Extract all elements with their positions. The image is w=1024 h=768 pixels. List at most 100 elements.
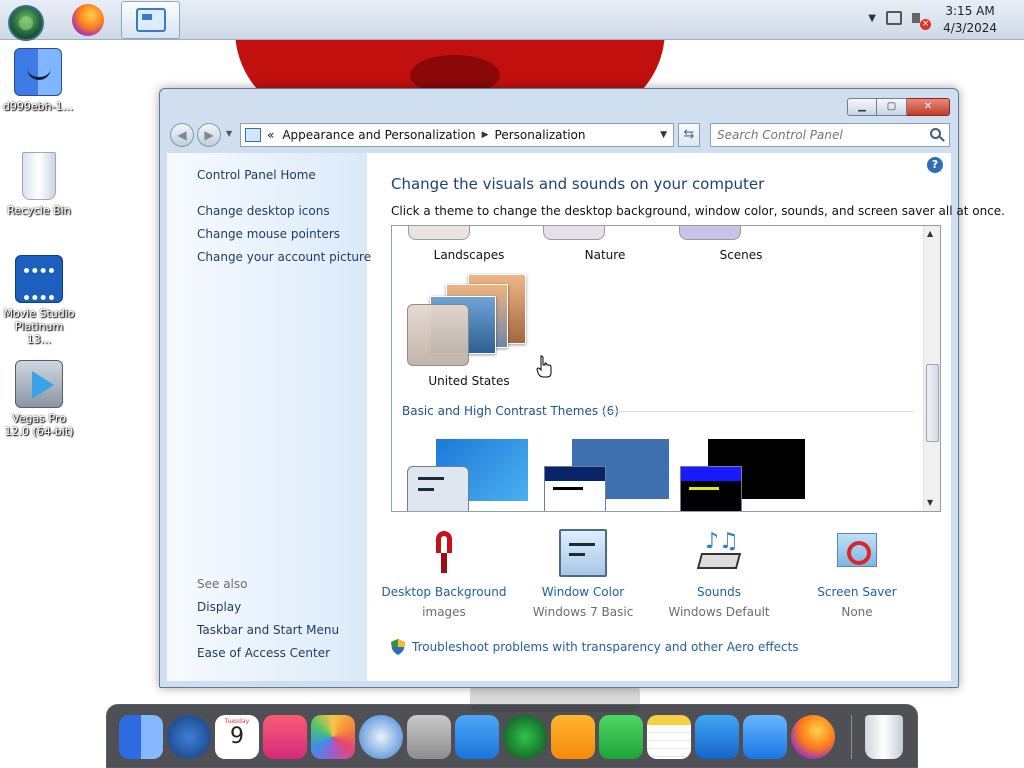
photos-icon[interactable] (311, 715, 355, 759)
system-tray: ▼ (868, 10, 931, 30)
help-icon[interactable]: ? (927, 157, 943, 173)
recent-pages-chevron-icon[interactable]: ▼ (226, 129, 232, 138)
taskbar: ▼ 3:15 AM 4/3/2024 (0, 0, 1024, 41)
sounds-tile[interactable]: ♪♫ Sounds Windows Default (654, 529, 784, 620)
calendar-day: 9 (230, 724, 244, 749)
sounds-icon: ♪♫ (695, 529, 743, 577)
theme-label-united-states[interactable]: United States (409, 374, 529, 388)
theme-list-scrollbar[interactable]: ▲ ▼ (923, 226, 940, 511)
window-color-tile[interactable]: Window Color Windows 7 Basic (518, 529, 648, 619)
theme-label-scenes[interactable]: Scenes (681, 248, 801, 262)
safari-icon[interactable] (359, 715, 403, 759)
back-button[interactable]: ◀ (170, 123, 194, 147)
control-panel-home-link[interactable]: Control Panel Home (197, 168, 316, 182)
change-account-picture-link[interactable]: Change your account picture (197, 250, 371, 264)
desktop-icon-label: Movie Studio Platinum 13... (3, 307, 75, 346)
theme-thumbnail-scenes[interactable] (679, 226, 741, 240)
scroll-up-icon[interactable]: ▲ (927, 229, 933, 238)
desktop-icon-label: d999ebh-1... (2, 100, 74, 113)
address-root-chevron[interactable]: « (267, 128, 274, 142)
numbers-icon[interactable] (599, 715, 643, 759)
screen-saver-label[interactable]: Screen Saver (792, 585, 922, 599)
change-desktop-icons-link[interactable]: Change desktop icons (197, 204, 330, 218)
start-button[interactable] (8, 5, 44, 41)
theme-thumbnail-nature[interactable] (543, 226, 605, 240)
display-link[interactable]: Display (197, 600, 241, 614)
change-mouse-pointers-link[interactable]: Change mouse pointers (197, 227, 340, 241)
theme-thumbnail-windows-classic (544, 466, 606, 511)
screen-saver-value: None (841, 605, 873, 619)
task-pane: Control Panel Home Change desktop icons … (167, 153, 371, 681)
desktop-icon-movie-studio[interactable]: Movie Studio Platinum 13... (1, 255, 77, 346)
desktop-icon-file[interactable]: d999ebh-1... (0, 48, 76, 113)
finder-icon[interactable] (119, 715, 163, 759)
search-icon[interactable] (930, 128, 941, 139)
personalization-window: ▁ ▢ ✕ ◀ ▶ ▼ « Appearance and Personaliza… (159, 88, 1005, 688)
contacts-icon[interactable] (407, 715, 451, 759)
radar-icon[interactable] (503, 715, 547, 759)
firefox-taskbar-icon[interactable] (72, 4, 104, 36)
network-icon[interactable] (886, 11, 902, 25)
theme-label-nature[interactable]: Nature (545, 248, 665, 262)
screen-saver-icon (833, 529, 881, 577)
movie-studio-icon (15, 255, 63, 303)
desktop-background-tile[interactable]: Desktop Background images (379, 529, 509, 619)
breadcrumb-separator-icon[interactable]: ▶ (482, 130, 489, 140)
theme-label-landscapes[interactable]: Landscapes (409, 248, 529, 262)
scroll-down-icon[interactable]: ▼ (927, 498, 933, 507)
dock-separator (851, 715, 852, 759)
trash-icon[interactable] (865, 715, 903, 759)
screen-saver-tile[interactable]: Screen Saver None (792, 529, 922, 619)
window-color-label[interactable]: Window Color (518, 585, 648, 599)
desktop-background-label[interactable]: Desktop Background (379, 585, 509, 599)
tray-overflow-icon[interactable]: ▼ (868, 13, 876, 24)
notes-icon[interactable] (647, 715, 691, 759)
basic-themes-heading[interactable]: Basic and High Contrast Themes (6) (402, 404, 619, 418)
sounds-label[interactable]: Sounds (654, 585, 784, 599)
maximize-button[interactable]: ▢ (877, 98, 907, 116)
navigation-bar: ◀ ▶ ▼ « Appearance and Personalization ▶… (168, 122, 950, 147)
forward-button[interactable]: ▶ (197, 123, 221, 147)
calendar-icon[interactable]: Tuesday 9 (215, 715, 259, 759)
window-content: Control Panel Home Change desktop icons … (167, 153, 1005, 681)
clock-time: 3:15 AM (945, 4, 995, 18)
launchpad-icon[interactable] (167, 715, 211, 759)
theme-settings: Desktop Background images Window Color W… (377, 529, 937, 629)
vegas-pro-icon (15, 360, 63, 408)
theme-thumbnail-united-states (407, 304, 469, 366)
desktop-icon-vegas-pro[interactable]: Vegas Pro 12.0 (64-bit) (1, 360, 77, 438)
theme-list: Landscapes Nature Scenes United States B… (391, 225, 941, 512)
refresh-button[interactable]: ⇆ (678, 123, 700, 147)
desktop-icon-label: Vegas Pro 12.0 (64-bit) (4, 412, 74, 438)
troubleshoot-link[interactable]: Troubleshoot problems with transparency … (412, 640, 799, 654)
keynote-icon[interactable] (695, 715, 739, 759)
clock-date: 4/3/2024 (943, 21, 997, 35)
control-panel-icon (136, 8, 166, 32)
address-bar[interactable]: « Appearance and Personalization ▶ Perso… (240, 123, 674, 147)
ease-of-access-link[interactable]: Ease of Access Center (197, 646, 330, 660)
finder-icon (14, 48, 62, 96)
taskbar-start-menu-link[interactable]: Taskbar and Start Menu (197, 623, 339, 637)
control-panel-taskbar-button[interactable] (121, 1, 180, 39)
search-input[interactable] (710, 123, 950, 147)
caption-buttons: ▁ ▢ ✕ (847, 98, 950, 116)
firefox-icon[interactable] (791, 715, 835, 759)
clock[interactable]: 3:15 AM 4/3/2024 (943, 3, 997, 37)
theme-united-states[interactable] (406, 272, 526, 372)
close-button[interactable]: ✕ (907, 98, 950, 116)
desktop-icon-recycle-bin[interactable]: Recycle Bin (1, 152, 77, 217)
address-dropdown-icon[interactable]: ▼ (660, 130, 667, 140)
music-icon[interactable] (263, 715, 307, 759)
scrollbar-thumb[interactable] (926, 364, 939, 442)
breadcrumb-personalization[interactable]: Personalization (495, 128, 586, 142)
volume-muted-icon[interactable] (912, 10, 931, 30)
icloud-icon[interactable] (455, 715, 499, 759)
breadcrumb-appearance[interactable]: Appearance and Personalization (282, 128, 475, 142)
control-panel-icon (245, 128, 261, 142)
pages-icon[interactable] (551, 715, 595, 759)
theme-thumbnail-landscapes[interactable] (408, 226, 470, 240)
uac-shield-icon (391, 639, 405, 655)
mail-icon[interactable] (743, 715, 787, 759)
minimize-button[interactable]: ▁ (847, 98, 877, 116)
window-color-value: Windows 7 Basic (532, 605, 634, 619)
